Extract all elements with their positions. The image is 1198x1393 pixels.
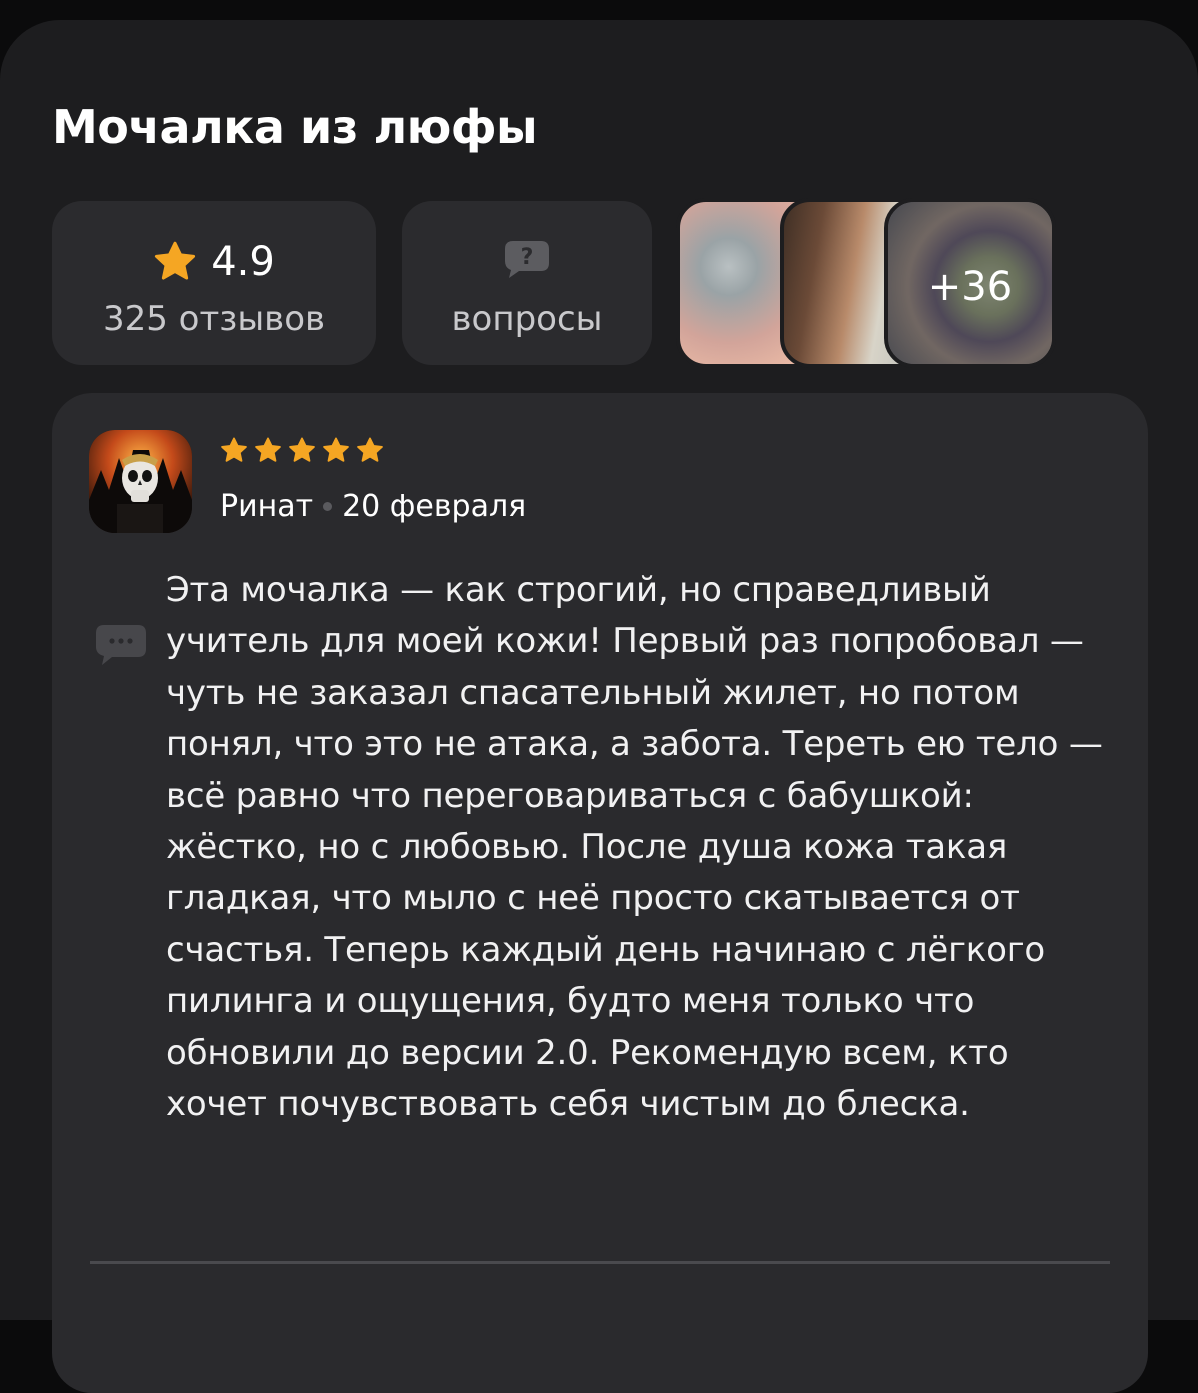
review-date: 20 февраля — [342, 489, 527, 524]
star-icon — [221, 437, 247, 462]
questions-button[interactable]: ? вопросы — [402, 201, 652, 365]
divider — [90, 1261, 1110, 1264]
review-stars — [220, 437, 384, 464]
avatar[interactable] — [89, 430, 192, 533]
review-card: Ринат 20 февраля Эта мочалка — как строг… — [52, 393, 1148, 1393]
question-bubble-icon: ? — [505, 241, 549, 278]
svg-text:?: ? — [521, 245, 534, 270]
rating-row: 4.9 — [52, 239, 376, 285]
more-photos-thumbnail[interactable]: +36 — [884, 198, 1056, 368]
rating-summary-button[interactable]: 4.9 325 отзывов — [52, 201, 376, 365]
questions-label: вопросы — [451, 299, 603, 339]
separator-dot — [323, 502, 333, 511]
comment-icon[interactable] — [94, 623, 148, 667]
review-text: Эта мочалка — как строгий, но справедлив… — [166, 570, 1103, 1125]
reviews-count-label: 325 отзывов — [102, 299, 326, 339]
product-sheet: Мочалка из люфы 4.9 325 отзывов ? вопрос… — [0, 20, 1198, 1393]
review-meta: Ринат 20 февраля — [220, 489, 526, 524]
skull-avatar-image — [89, 430, 192, 533]
star-icon — [255, 437, 281, 462]
review-author: Ринат — [220, 489, 314, 524]
page-title: Мочалка из люфы — [52, 100, 538, 154]
star-icon — [289, 437, 315, 462]
more-photos-count: +36 — [927, 264, 1013, 310]
star-icon — [155, 241, 196, 280]
rating-value: 4.9 — [211, 239, 275, 285]
star-icon — [323, 437, 349, 462]
star-icon — [357, 437, 383, 462]
